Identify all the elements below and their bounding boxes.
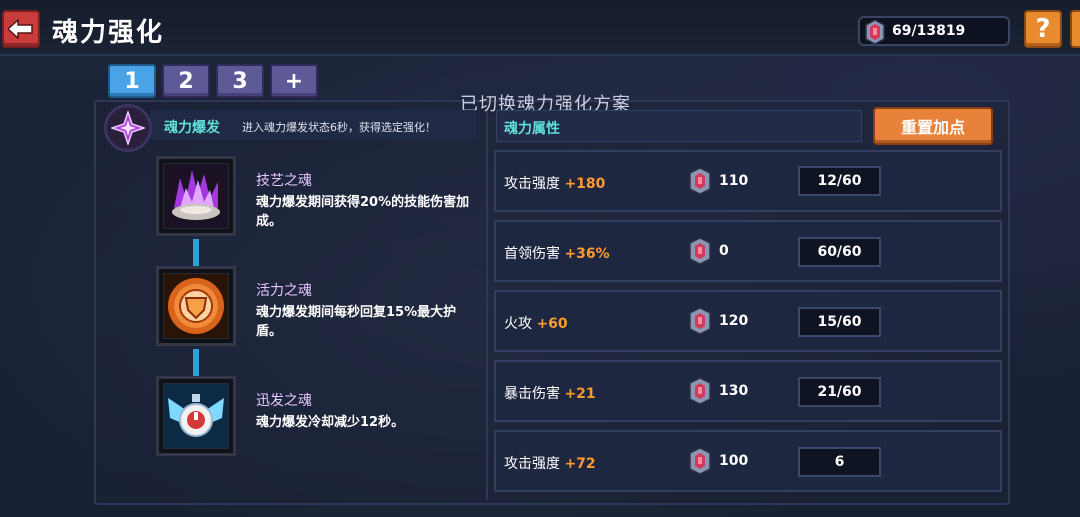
tab-add-plan[interactable]: + <box>270 64 318 98</box>
soul-slot-vitality[interactable] <box>156 266 236 346</box>
burst-description: 进入魂力爆发状态6秒，获得选定强化！ <box>242 121 436 134</box>
soul-name: 活力之魂 <box>256 283 312 299</box>
soul-name: 迅发之魂 <box>256 393 312 409</box>
soul-slot-swift[interactable] <box>156 376 236 456</box>
tab-plan-2[interactable]: 2 <box>162 64 210 98</box>
attribute-bonus: +60 <box>536 316 568 332</box>
currency-value: 69/13819 <box>892 23 966 39</box>
attribute-name: 暴击伤害 +21 <box>504 386 596 402</box>
panel-divider <box>486 108 488 500</box>
attribute-bonus: +72 <box>564 456 596 472</box>
attribute-level: 12/60 <box>798 166 881 196</box>
attribute-name: 攻击强度 +72 <box>504 456 596 472</box>
soul-connector <box>193 239 199 267</box>
soul-gem-icon <box>689 307 711 335</box>
shield-emblem-icon <box>164 274 228 338</box>
help-button[interactable]: ? <box>1024 10 1062 48</box>
attribute-level: 21/60 <box>798 377 881 407</box>
winged-clock-icon <box>164 384 228 448</box>
attribute-bonus: +36% <box>564 246 610 262</box>
attribute-level: 6 <box>798 447 881 477</box>
attribute-level: 15/60 <box>798 307 881 337</box>
soul-gem-icon <box>865 19 885 45</box>
attribute-cost: 130 <box>719 383 749 399</box>
purple-crystal-icon <box>164 164 228 228</box>
soul-burst-icon[interactable] <box>104 104 152 152</box>
soul-name: 技艺之魂 <box>256 173 312 189</box>
back-arrow-icon <box>8 19 33 39</box>
burst-title: 魂力爆发 <box>164 120 220 136</box>
back-button[interactable] <box>2 10 40 48</box>
question-mark-icon: ? <box>1035 14 1051 44</box>
soul-currency-counter: 69/13819 <box>858 16 1010 46</box>
soul-description: 魂力爆发冷却减少12秒。 <box>256 415 405 430</box>
attribute-bonus: +180 <box>564 176 606 192</box>
attribute-cost: 120 <box>719 313 749 329</box>
attributes-header-label: 魂力属性 <box>504 121 560 137</box>
soul-gem-icon <box>689 447 711 475</box>
soul-gem-icon <box>689 237 711 265</box>
attribute-name: 攻击强度 +180 <box>504 176 606 192</box>
soul-gem-icon <box>689 377 711 405</box>
soul-description: 魂力爆发期间获得20%的技能伤害加成。 <box>256 195 470 229</box>
edge-button[interactable] <box>1070 10 1080 48</box>
attribute-name: 首领伤害 +36% <box>504 246 610 262</box>
tab-plan-1[interactable]: 1 <box>108 64 156 98</box>
tab-plan-3[interactable]: 3 <box>216 64 264 98</box>
reset-points-button[interactable]: 重置加点 <box>873 107 993 145</box>
soul-slot-skill[interactable] <box>156 156 236 236</box>
attribute-name: 火攻 +60 <box>504 316 568 332</box>
soul-connector <box>193 349 199 377</box>
burst-star-icon <box>111 111 145 145</box>
attribute-cost: 100 <box>719 453 749 469</box>
soul-gem-icon <box>689 167 711 195</box>
attribute-cost: 0 <box>719 243 729 259</box>
soul-description: 魂力爆发期间每秒回复15%最大护盾。 <box>256 305 457 339</box>
attribute-bonus: +21 <box>564 386 596 402</box>
attribute-level: 60/60 <box>798 237 881 267</box>
page-title: 魂力强化 <box>52 18 165 48</box>
top-bar: 魂力强化 69/13819 ? <box>0 0 1080 56</box>
attribute-cost: 110 <box>719 173 749 189</box>
